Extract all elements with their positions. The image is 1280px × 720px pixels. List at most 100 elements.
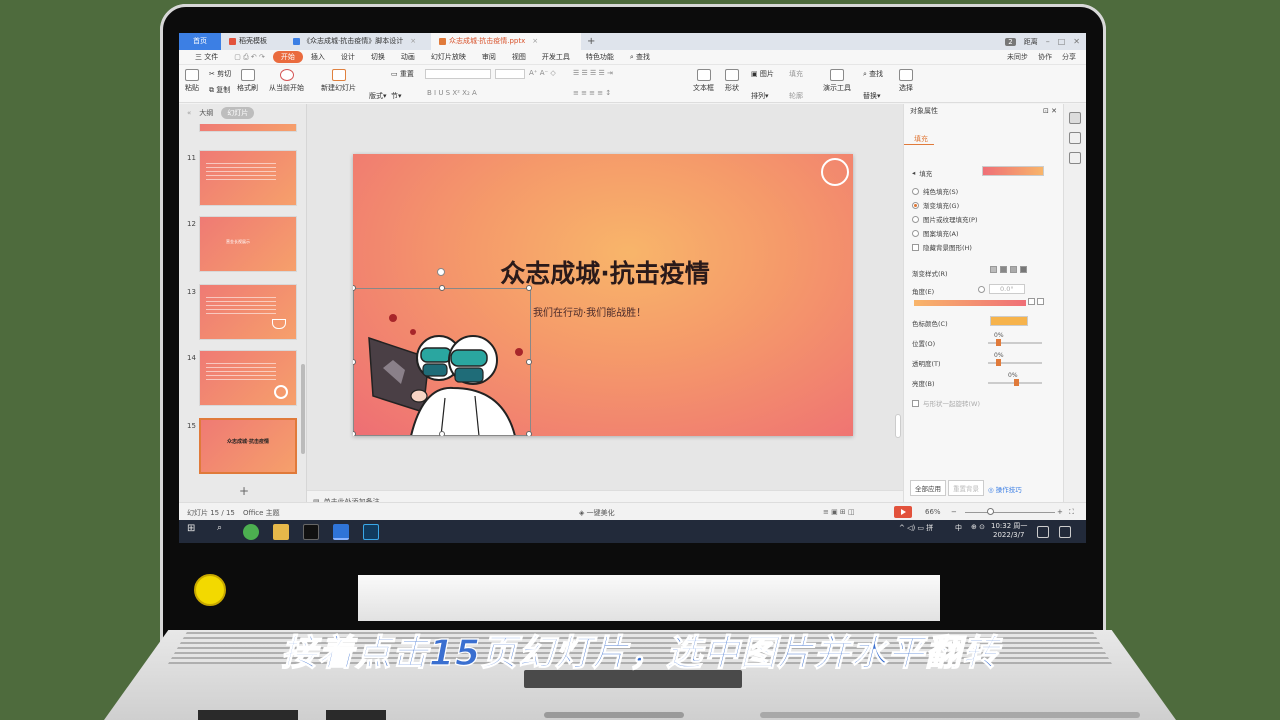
option-pattern[interactable]: 图案填充(A) [912, 228, 959, 238]
tab-slides[interactable]: 幻灯片 [221, 107, 255, 119]
windows-start-icon[interactable]: ⊞ [187, 523, 195, 534]
share-button[interactable]: 分享 [1062, 52, 1076, 62]
section-button[interactable]: 节▾ [391, 91, 402, 101]
user-name[interactable]: 距离 [1024, 37, 1038, 47]
clock-time[interactable]: 10:32 周一 [991, 521, 1027, 531]
new-slide-button[interactable]: 新建幻灯片 [321, 69, 356, 93]
reset-bg-button[interactable]: 重置背景 [948, 480, 984, 496]
minimize-icon[interactable]: – [1046, 37, 1050, 46]
reset-button[interactable]: ▭ 重置 [391, 69, 414, 79]
capcut-icon[interactable] [303, 524, 319, 540]
resize-handle[interactable] [353, 359, 356, 365]
font-style-buttons[interactable]: B I U S X² X₂ A [427, 89, 477, 97]
font-size-select[interactable] [495, 69, 525, 79]
zoom-level[interactable]: 66% [925, 508, 941, 516]
outline-button[interactable]: 轮廓 [789, 91, 803, 101]
fill-button[interactable]: 填充 [789, 69, 803, 79]
menu-view[interactable]: 视图 [504, 52, 534, 62]
option-picture[interactable]: 图片或纹理填充(P) [912, 214, 978, 224]
resize-handle[interactable] [353, 431, 356, 436]
select-button[interactable]: 选择 [899, 69, 913, 93]
gradient-style-icon[interactable] [1010, 266, 1017, 273]
slide-thumbnail-13[interactable] [199, 284, 297, 340]
fill-color-swatch[interactable] [982, 166, 1044, 176]
color-stop-swatch[interactable] [990, 316, 1028, 326]
menu-animation[interactable]: 动画 [393, 52, 423, 62]
resize-handle[interactable] [439, 431, 445, 436]
menu-developer[interactable]: 开发工具 [534, 52, 578, 62]
file-explorer-icon[interactable] [273, 524, 289, 540]
angle-dial-icon[interactable] [978, 285, 985, 293]
menu-slideshow[interactable]: 幻灯片放映 [423, 52, 474, 62]
panel-controls[interactable]: ⊡ ✕ [1043, 107, 1057, 115]
notification-badge[interactable]: 2 [1005, 37, 1016, 46]
fit-icon[interactable]: ⛶ [1069, 508, 1074, 517]
menu-search[interactable]: ⌕ 查找 [622, 52, 658, 62]
collab-button[interactable]: 协作 [1038, 52, 1052, 62]
zoom-slider-knob[interactable] [987, 508, 994, 515]
theme-name[interactable]: Office 主题 [243, 508, 280, 518]
radio[interactable] [912, 229, 919, 237]
paragraph-buttons[interactable]: ☰ ☰ ☰ ☰ ⇥ [573, 69, 613, 77]
font-size-adjust[interactable]: A⁺ A⁻ ◇ [529, 69, 556, 77]
paste-button[interactable]: 粘贴 [185, 69, 199, 93]
apply-all-button[interactable]: 全部应用 [910, 480, 946, 496]
rotate-handle-icon[interactable] [437, 268, 445, 276]
tab-doc[interactable]: 《众志成城·抗击疫情》脚本设计 × [285, 33, 431, 50]
menu-insert[interactable]: 插入 [303, 52, 333, 62]
selected-picture-bounding-box[interactable] [353, 285, 532, 436]
ime-indicator[interactable]: 中 [955, 523, 962, 533]
picture-button[interactable]: ▣ 图片 [751, 69, 774, 79]
resize-handle[interactable] [526, 431, 532, 436]
gradient-style-icon[interactable] [1000, 266, 1007, 273]
slide-thumbnail-14[interactable] [199, 350, 297, 406]
tab-template[interactable]: 稻壳模板 [221, 33, 285, 50]
replace-button[interactable]: 替换▾ [863, 91, 881, 101]
shape-button[interactable]: 形状 [725, 69, 739, 93]
slider-knob[interactable] [996, 359, 1001, 366]
tray-more-icons[interactable]: ⊕ ⊙ [971, 523, 985, 531]
search-icon[interactable]: ⌕ [217, 523, 222, 533]
wps-writer-icon[interactable] [333, 524, 349, 540]
fill-section-header[interactable]: ◂ 填充 [912, 168, 932, 178]
tray-icons[interactable]: ^ ◁) ▭ 拼 [899, 523, 933, 533]
close-icon[interactable]: × [410, 33, 416, 50]
find-button[interactable]: ⌕ 查找 [863, 69, 883, 79]
resize-handle[interactable] [353, 285, 356, 291]
menu-review[interactable]: 审阅 [474, 52, 504, 62]
option-solid[interactable]: 纯色填充(S) [912, 186, 958, 196]
maximize-icon[interactable]: □ [1058, 37, 1066, 46]
canvas-scrollbar[interactable] [895, 414, 901, 438]
add-slide-plus-icon[interactable]: + [239, 484, 249, 498]
slider-knob[interactable] [996, 339, 1001, 346]
add-stop-icon[interactable] [1028, 298, 1035, 305]
notification-icon[interactable] [1037, 526, 1049, 538]
from-current-button[interactable]: 从当前开始 [269, 69, 304, 93]
menu-file[interactable]: 三 文件 [187, 52, 226, 62]
browser-icon[interactable] [243, 524, 259, 540]
radio[interactable] [912, 215, 919, 223]
resize-handle[interactable] [439, 285, 445, 291]
zoom-slider[interactable] [965, 512, 1055, 513]
hide-bg-checkbox[interactable]: 隐藏背景图形(H) [912, 242, 972, 252]
rotate-with-shape[interactable]: 与形状一起旋转(W) [912, 398, 980, 408]
present-tools-button[interactable]: 演示工具 [823, 69, 851, 93]
angle-control[interactable]: 0.0° [978, 284, 1025, 294]
align-buttons[interactable]: ≡ ≡ ≡ ≡ ↕ [573, 89, 611, 97]
resize-handle[interactable] [526, 359, 532, 365]
checkbox[interactable] [912, 243, 919, 251]
clock-date[interactable]: 2022/3/7 [993, 531, 1024, 539]
slide-title[interactable]: 众志成城·抗击疫情 [465, 254, 745, 290]
angle-input[interactable]: 0.0° [989, 284, 1025, 294]
slide-thumbnail-11[interactable] [199, 150, 297, 206]
view-buttons[interactable]: ≡ ▣ ⊞ ◫ [823, 508, 855, 516]
close-window-icon[interactable]: ✕ [1073, 37, 1080, 46]
zoom-in-icon[interactable]: + [1057, 508, 1063, 516]
format-painter-button[interactable]: 格式刷 [237, 69, 258, 93]
remove-stop-icon[interactable] [1037, 298, 1044, 305]
close-icon[interactable]: × [532, 33, 538, 50]
slide-subtitle[interactable]: 我们在行动·我们能战胜！ [533, 304, 673, 319]
slide-thumbnail-12[interactable]: 营金长视展示 [199, 216, 297, 272]
slide-thumbnail-15[interactable]: 众志成城·抗击疫情 [199, 418, 297, 474]
new-tab-plus-icon[interactable]: + [587, 36, 595, 47]
